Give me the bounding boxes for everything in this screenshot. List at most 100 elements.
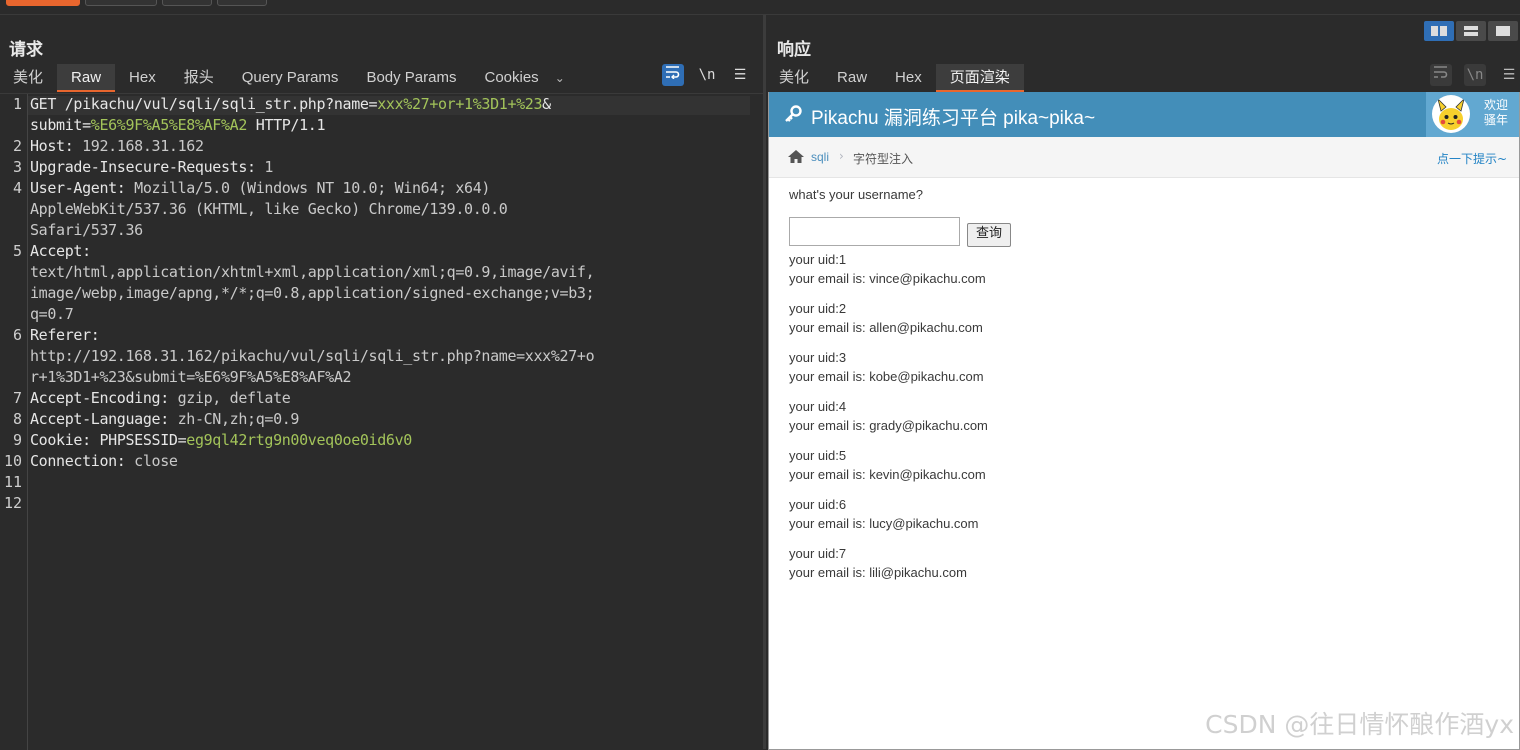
code-token: close	[134, 452, 178, 470]
line-number: 5	[12, 242, 22, 260]
user-menu[interactable]: 欢迎 骚年	[1426, 92, 1519, 137]
key-icon	[785, 105, 802, 122]
menu-icon[interactable]: ☰	[1498, 64, 1520, 86]
welcome-text: 欢迎 骚年	[1484, 98, 1508, 128]
result-email: your email is: allen@pikachu.com	[789, 320, 983, 335]
code-token: q=0.7	[30, 305, 74, 323]
query-button[interactable]: 查询	[967, 223, 1011, 247]
render-header: Pikachu 漏洞练习平台 pika~pika~ 欢迎 骚年	[769, 92, 1519, 137]
code-token: PHPSESSID=	[99, 431, 187, 449]
tab-pretty[interactable]: 美化	[766, 64, 823, 92]
code-token: r+1%3D1+%23&submit=%E6%9F%A5%E8%AF%A2	[30, 368, 352, 386]
code-token: Upgrade-Insecure-Requests:	[30, 158, 265, 176]
line-number: 4	[12, 179, 22, 197]
code-line: Accept-Encoding: gzip, deflate	[30, 388, 291, 409]
forward-button[interactable]	[217, 0, 267, 6]
wrap-icon[interactable]	[662, 64, 684, 86]
code-token: text/html,application/xhtml+xml,applicat…	[30, 263, 595, 281]
code-token: Accept-Encoding:	[30, 389, 178, 407]
home-icon[interactable]	[787, 149, 805, 164]
back-button[interactable]	[162, 0, 212, 6]
request-title: 请求	[9, 40, 43, 60]
code-line: Connection: close	[30, 451, 178, 472]
code-token: http://192.168.31.162/pikachu/vul/sqli/s…	[30, 347, 595, 365]
result-email: your email is: lili@pikachu.com	[789, 565, 967, 580]
code-token: image/webp,image/apng,*/*;q=0.8,applicat…	[30, 284, 595, 302]
code-line: Safari/537.36	[30, 220, 143, 241]
layout-side-by-side-icon[interactable]	[1424, 21, 1454, 41]
code-line: Host: 192.168.31.162	[30, 136, 204, 157]
result-uid: your uid:1	[789, 252, 847, 267]
code-line: q=0.7	[30, 304, 74, 325]
top-toolbar	[0, 0, 1520, 15]
cancel-button[interactable]	[85, 0, 157, 6]
newline-toggle[interactable]: \n	[696, 64, 718, 86]
menu-icon[interactable]: ☰	[729, 64, 751, 86]
line-number: 2	[12, 137, 22, 155]
breadcrumb-current: 字符型注入	[853, 152, 914, 166]
code-line: Accept:	[30, 241, 91, 262]
code-line: Upgrade-Insecure-Requests: 1	[30, 157, 273, 178]
result-uid: your uid:4	[789, 399, 847, 414]
code-line: AppleWebKit/537.36 (KHTML, like Gecko) C…	[30, 199, 508, 220]
tab-body-params[interactable]: Body Params	[352, 64, 470, 92]
code-token: Safari/537.36	[30, 221, 143, 239]
line-number: 8	[12, 410, 22, 428]
username-input[interactable]	[789, 217, 960, 246]
code-token: %E6%9F%A5%E8%AF%A2	[90, 116, 248, 134]
layout-tabs-icon[interactable]	[1488, 21, 1518, 41]
code-token: Host:	[30, 137, 83, 155]
welcome-line-2: 骚年	[1484, 113, 1509, 127]
code-token: Connection:	[30, 452, 135, 470]
code-token: HTTP/1.1	[247, 116, 326, 134]
response-tabs: 美化 Raw Hex 页面渲染	[766, 64, 1024, 92]
tab-headers[interactable]: 报头	[170, 64, 228, 92]
hint-link[interactable]: 点一下提示~	[1437, 150, 1507, 167]
code-token: 192.168.31.162	[82, 137, 204, 155]
code-token: &	[542, 95, 551, 113]
breadcrumb-sqli[interactable]: sqli	[811, 150, 829, 164]
rendered-page: Pikachu 漏洞练习平台 pika~pika~ 欢迎 骚年 sqli › 字符…	[768, 92, 1520, 750]
tab-query-params[interactable]: Query Params	[228, 64, 353, 92]
result-email: your email is: grady@pikachu.com	[789, 418, 988, 433]
code-token: gzip, deflate	[177, 389, 291, 407]
wrap-icon[interactable]	[1430, 64, 1452, 86]
tab-hex[interactable]: Hex	[881, 64, 936, 92]
newline-toggle[interactable]: \n	[1464, 64, 1486, 86]
send-button[interactable]	[6, 0, 80, 6]
line-number: 9	[12, 431, 22, 449]
tab-hex[interactable]: Hex	[115, 64, 170, 92]
code-token: Accept:	[30, 242, 91, 260]
line-number: 3	[12, 158, 22, 176]
tab-cookies[interactable]: Cookies ⌄	[470, 64, 578, 92]
code-line: submit=%E6%9F%A5%E8%AF%A2 HTTP/1.1	[30, 115, 326, 136]
code-token: AppleWebKit/537.36 (KHTML, like Gecko) C…	[30, 200, 508, 218]
line-number: 7	[12, 389, 22, 407]
tab-render[interactable]: 页面渲染	[935, 64, 1024, 92]
line-number: 11	[3, 473, 22, 491]
tab-raw[interactable]: Raw	[57, 64, 116, 92]
result-uid: your uid:7	[789, 546, 847, 561]
code-token: User-Agent:	[30, 179, 135, 197]
code-token: Cookie:	[30, 431, 100, 449]
request-tabs: 美化 Raw Hex 报头 Query Params Body Params C…	[0, 64, 579, 92]
code-token: GET /pikachu/vul/sqli/sqli_str.php?name=	[30, 95, 378, 113]
response-title: 响应	[777, 40, 811, 60]
code-token: eg9ql42rtg9n00veq0oe0id6v0	[186, 431, 412, 449]
result-email: your email is: lucy@pikachu.com	[789, 516, 979, 531]
result-email: your email is: kevin@pikachu.com	[789, 467, 986, 482]
username-question: what's your username?	[789, 187, 923, 202]
result-uid: your uid:6	[789, 497, 847, 512]
result-email: your email is: vince@pikachu.com	[789, 271, 986, 286]
layout-stacked-icon[interactable]	[1456, 21, 1486, 41]
code-line: GET /pikachu/vul/sqli/sqli_str.php?name=…	[30, 94, 551, 115]
result-uid: your uid:2	[789, 301, 847, 316]
tab-raw[interactable]: Raw	[823, 64, 881, 92]
chevron-down-icon[interactable]: ⌄	[555, 71, 565, 85]
tab-pretty[interactable]: 美化	[0, 64, 57, 92]
code-token: xxx%27+or+1%3D1+%23	[377, 95, 543, 113]
breadcrumb-separator-icon: ›	[839, 149, 844, 163]
code-line: text/html,application/xhtml+xml,applicat…	[30, 262, 595, 283]
breadcrumb: sqli › 字符型注入 点一下提示~	[769, 137, 1519, 178]
request-editor[interactable]: 1 2 3 4 5 6 7 8 9 10 11 12 GET /pikachu/vul/sqli/sq…	[0, 93, 763, 750]
